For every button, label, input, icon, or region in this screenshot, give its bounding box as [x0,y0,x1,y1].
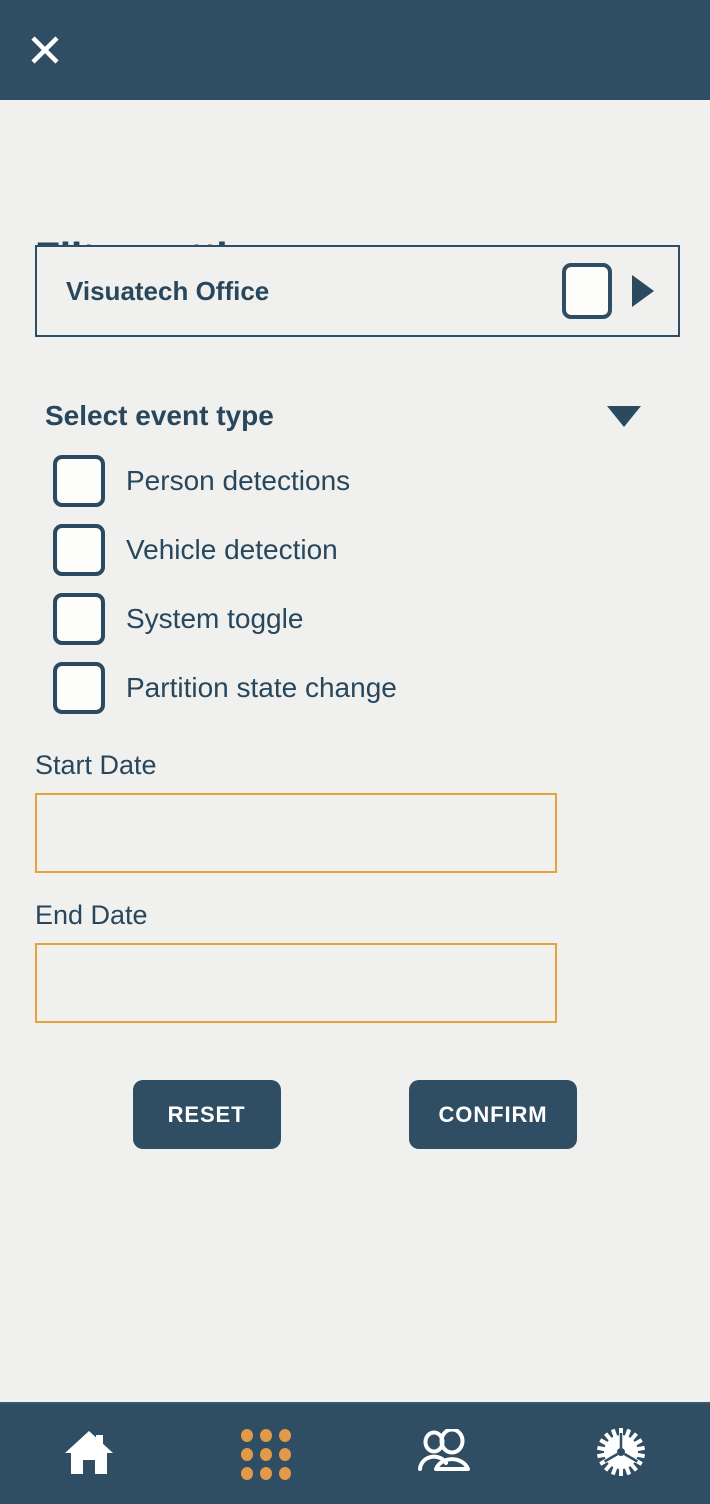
checkbox-vehicle-detection[interactable] [53,523,105,576]
checkbox-label: System toggle [126,602,304,634]
checkbox-label: Partition state change [126,671,397,703]
nav-item-home[interactable] [39,1404,139,1504]
filter-settings-screen: Filter settings Visuatech Office Select … [0,0,710,1504]
end-date-input[interactable] [35,943,557,1023]
event-type-option-person-detections[interactable]: Person detections [53,446,653,515]
confirm-button[interactable]: CONFIRM [408,1080,578,1149]
checkbox-person-detections[interactable] [53,454,105,507]
grid-icon [241,1429,292,1480]
main-content: Filter settings Visuatech Office Select … [0,100,710,1402]
event-type-options: Person detections Vehicle detection Syst… [53,446,653,722]
event-type-option-system-toggle[interactable]: System toggle [53,584,653,653]
home-icon [63,1427,115,1482]
checkbox-label: Person detections [126,464,351,496]
people-icon [416,1427,472,1480]
end-date-label: End Date [35,900,148,930]
event-type-option-partition-state-change[interactable]: Partition state change [53,653,653,722]
site-name-label: Visuatech Office [66,275,270,306]
reset-button[interactable]: RESET [132,1080,281,1149]
start-date-input[interactable] [35,793,557,873]
checkbox-label: Vehicle detection [126,533,338,565]
gear-icon [596,1427,646,1482]
event-type-heading: Select event type [45,400,274,431]
nav-item-apps[interactable] [216,1404,316,1504]
close-icon [28,33,62,67]
end-date-group: End Date [35,900,557,1023]
top-bar [0,0,710,100]
close-button[interactable] [22,27,68,73]
event-type-section-header[interactable]: Select event type [45,396,645,436]
event-type-option-vehicle-detection[interactable]: Vehicle detection [53,515,653,584]
nav-item-people[interactable] [394,1404,494,1504]
checkbox-partition-state-change[interactable] [53,661,105,714]
checkbox-system-toggle[interactable] [53,592,105,645]
start-date-group: Start Date [35,750,557,873]
start-date-label: Start Date [35,750,157,780]
triangle-right-icon[interactable] [632,275,654,307]
site-checkbox[interactable] [562,263,612,319]
triangle-down-icon[interactable] [607,405,641,427]
nav-item-settings[interactable] [571,1404,671,1504]
bottom-navigation-bar [0,1402,710,1504]
action-buttons: RESET CONFIRM [0,1080,710,1149]
site-selector-row[interactable]: Visuatech Office [35,245,680,337]
